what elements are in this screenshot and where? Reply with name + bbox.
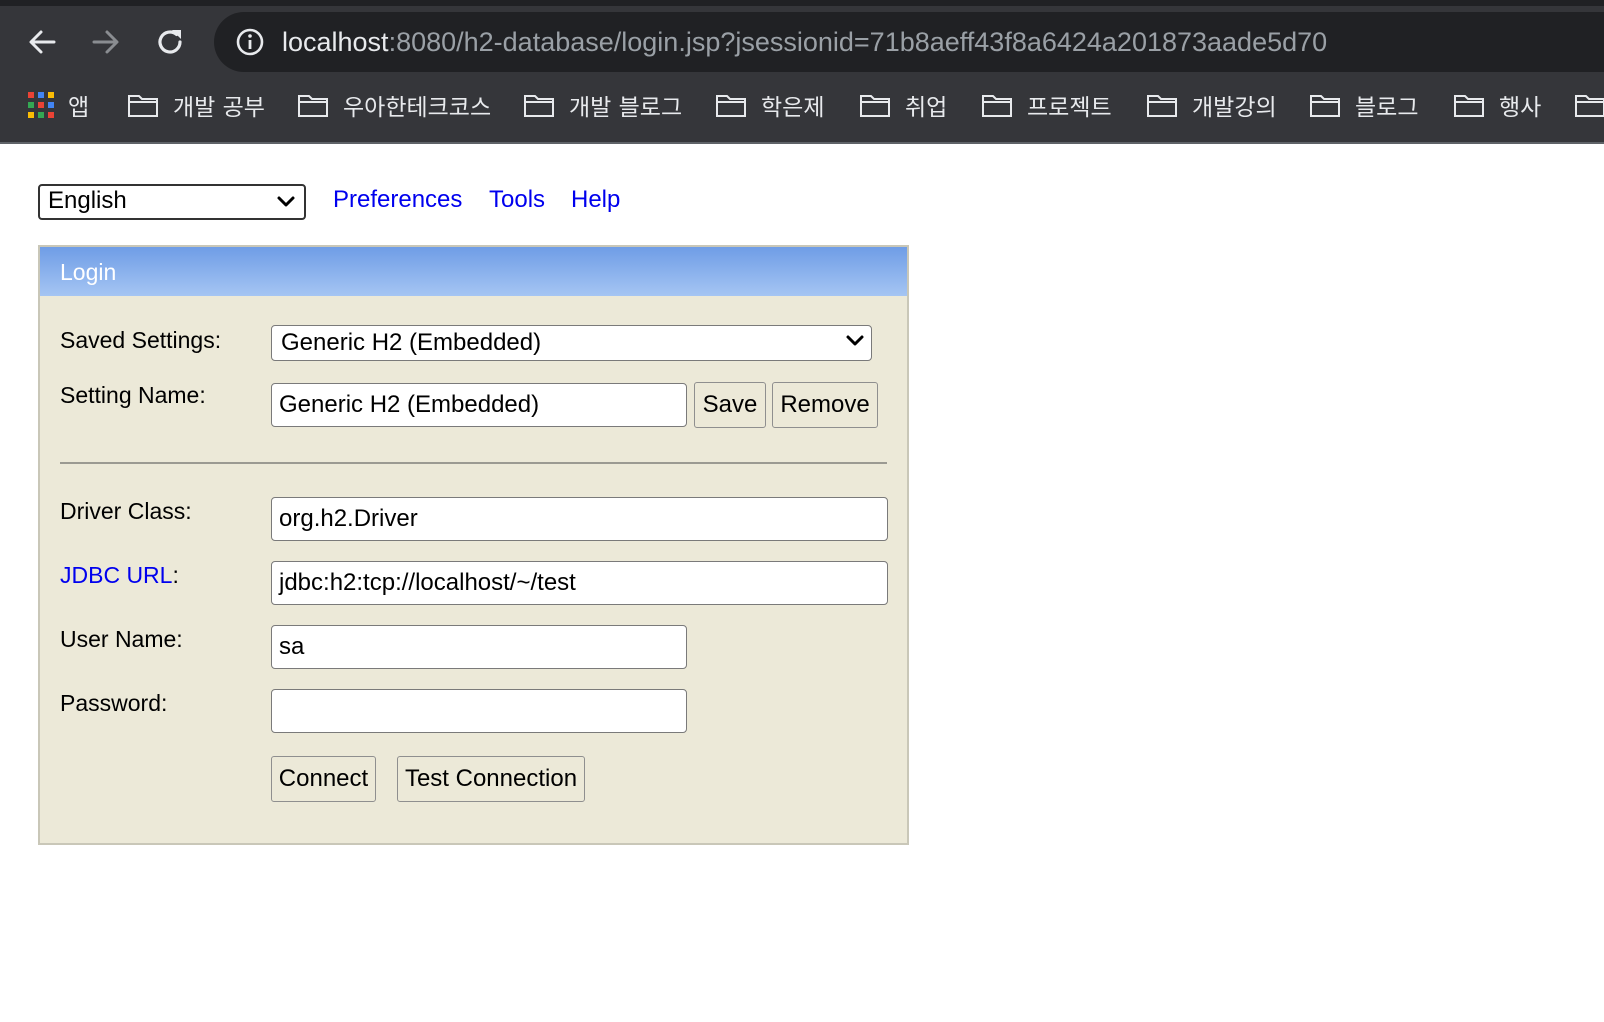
login-header: Login — [40, 247, 907, 296]
bookmark-folder[interactable]: 개발 공부 — [127, 82, 265, 128]
password-label: Password: — [60, 690, 168, 716]
info-icon[interactable] — [236, 28, 264, 56]
saved-settings-select[interactable]: Generic H2 (Embedded) — [271, 325, 872, 361]
bookmark-folder[interactable]: 개발 블로그 — [523, 82, 682, 128]
bookmark-label: 개발 블로그 — [569, 95, 683, 121]
bookmark-folder[interactable]: 우아한테크코스 — [297, 82, 491, 128]
preferences-link[interactable]: Preferences — [333, 186, 462, 214]
browser-chrome: localhost:8080/h2-database/login.jsp?jse… — [0, 0, 1604, 144]
url-host: localhost — [282, 27, 389, 57]
connect-button[interactable]: Connect — [271, 756, 376, 802]
bookmarks-bar: 앱 개발 공부 우아한테크코스 개발 블로그 학은제 취업 프로젝트 개발강의 … — [0, 82, 1604, 128]
jdbc-url-colon: : — [172, 562, 179, 588]
save-button[interactable]: Save — [694, 382, 766, 428]
bookmark-folder[interactable]: 학은제 — [715, 82, 824, 128]
jdbc-url-input[interactable]: jdbc:h2:tcp://localhost/~/test — [271, 561, 888, 605]
bookmark-folder[interactable]: 블로그 — [1309, 82, 1418, 128]
driver-class-input[interactable]: org.h2.Driver — [271, 497, 888, 541]
bookmark-folder[interactable]: 프로젝트 — [981, 82, 1112, 128]
language-value: English — [48, 187, 127, 214]
apps-grid-icon — [28, 92, 54, 118]
setting-name-label: Setting Name: — [60, 382, 206, 408]
folder-icon — [982, 95, 1012, 117]
forward-arrow-icon — [92, 30, 119, 54]
folder-icon — [1454, 95, 1484, 117]
saved-settings-value: Generic H2 (Embedded) — [281, 329, 542, 356]
chevron-down-icon — [277, 196, 295, 207]
folder-icon — [524, 95, 554, 117]
bookmark-folder[interactable]: 개발강의 — [1146, 82, 1277, 128]
login-title: Login — [60, 259, 117, 285]
bookmark-label: 블로그 — [1355, 95, 1419, 121]
bookmark-label: 개발강의 — [1192, 95, 1277, 121]
folder-icon — [716, 95, 746, 117]
folder-icon — [860, 95, 890, 117]
saved-settings-label: Saved Settings: — [60, 327, 222, 353]
remove-button[interactable]: Remove — [772, 382, 878, 428]
folder-icon — [298, 95, 328, 117]
bookmark-label: 앱 — [68, 95, 90, 121]
bookmark-label: 프로젝트 — [1027, 95, 1112, 121]
test-connection-button[interactable]: Test Connection — [397, 756, 585, 802]
address-bar[interactable]: localhost:8080/h2-database/login.jsp?jse… — [214, 12, 1604, 72]
bookmark-label: 행사 — [1499, 95, 1542, 121]
tools-link[interactable]: Tools — [489, 186, 545, 214]
login-panel: Login Saved Settings: Generic H2 (Embedd… — [38, 245, 909, 845]
back-button[interactable] — [22, 22, 62, 62]
bookmark-label: 개발 공부 — [173, 95, 265, 121]
bookmark-folder-overflow[interactable] — [1574, 82, 1604, 128]
language-select[interactable]: English — [38, 184, 306, 220]
jdbc-url-label: JDBC URL: — [60, 562, 179, 589]
tab-strip — [0, 0, 1604, 6]
reload-button[interactable] — [150, 22, 190, 62]
bookmark-apps[interactable]: 앱 — [28, 82, 89, 128]
folder-icon — [1310, 95, 1340, 117]
password-input[interactable] — [271, 689, 687, 733]
jdbc-url-link[interactable]: JDBC URL — [60, 562, 172, 588]
chrome-divider — [0, 142, 1604, 144]
setting-name-input[interactable]: Generic H2 (Embedded) — [271, 383, 687, 427]
bookmark-folder[interactable]: 취업 — [859, 82, 947, 128]
back-arrow-icon — [29, 30, 56, 54]
chevron-down-icon — [846, 335, 864, 346]
folder-icon — [1575, 95, 1604, 117]
bookmark-label: 학은제 — [761, 95, 825, 121]
url-path: :8080/h2-database/login.jsp?jsessionid=7… — [388, 27, 1328, 57]
bookmark-label: 우아한테크코스 — [343, 95, 492, 121]
forward-button[interactable] — [86, 22, 126, 62]
folder-icon — [1147, 95, 1177, 117]
help-link[interactable]: Help — [571, 186, 620, 214]
user-name-label: User Name: — [60, 626, 183, 652]
folder-icon — [128, 95, 158, 117]
reload-icon — [158, 30, 182, 54]
url-text[interactable]: localhost:8080/h2-database/login.jsp?jse… — [282, 26, 1327, 58]
bookmark-folder[interactable]: 행사 — [1453, 82, 1541, 128]
divider — [60, 462, 887, 464]
user-name-input[interactable]: sa — [271, 625, 687, 669]
driver-class-label: Driver Class: — [60, 498, 192, 524]
bookmark-label: 취업 — [905, 95, 948, 121]
